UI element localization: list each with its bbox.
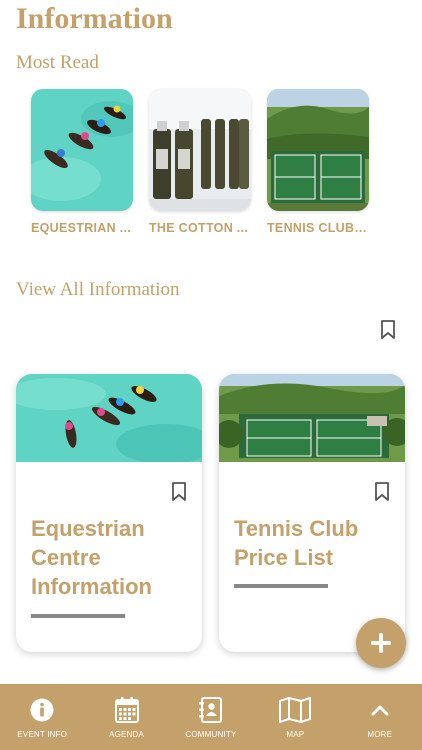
bookmark-icon[interactable] — [373, 482, 391, 507]
most-read-item-label: TENNIS CLUB ... — [267, 221, 369, 235]
card-divider — [234, 584, 328, 588]
card-divider — [31, 614, 125, 618]
most-read-item-cotton[interactable]: THE COTTON ... — [149, 89, 251, 235]
most-read-item-tennis[interactable]: TENNIS CLUB ... — [267, 89, 369, 235]
card-tennis[interactable]: Tennis Club Price List — [219, 374, 405, 652]
info-icon — [30, 696, 54, 724]
horses-swimming-image — [31, 89, 133, 211]
nav-label: EVENT INFO — [17, 730, 68, 739]
calendar-icon — [114, 696, 139, 724]
tennis-courts-image — [219, 374, 405, 462]
nav-label: MORE — [367, 730, 393, 739]
card-title: Equestrian Centre Information — [31, 514, 191, 601]
card-equestrian[interactable]: Equestrian Centre Information — [16, 374, 202, 652]
nav-community[interactable]: COMMUNITY — [169, 684, 253, 750]
card-title-line: Equestrian — [31, 516, 145, 541]
bottom-navigation: EVENT INFO AGENDA COMMUNITY MAP MORE — [0, 684, 422, 750]
most-read-item-label: EQUESTRIAN ... — [31, 221, 132, 235]
most-read-heading: Most Read — [16, 52, 99, 73]
map-icon — [279, 696, 312, 724]
most-read-item-label: THE COTTON ... — [149, 221, 249, 235]
card-title-line: Information — [31, 574, 152, 599]
nav-label: MAP — [286, 730, 305, 739]
bookmark-icon[interactable] — [170, 482, 188, 507]
most-read-carousel[interactable]: EQUESTRIAN ... THE COTTON ... TENNIS CLU… — [31, 89, 369, 235]
add-button[interactable] — [356, 618, 406, 668]
nav-map[interactable]: MAP — [253, 684, 337, 750]
horses-swimming-image — [16, 374, 202, 462]
most-read-item-equestrian[interactable]: EQUESTRIAN ... — [31, 89, 133, 235]
plus-icon — [371, 633, 391, 653]
page-title: Information — [16, 2, 173, 35]
toiletry-bottles-image — [149, 89, 251, 211]
card-title-line: Tennis Club — [234, 516, 359, 541]
nav-label: COMMUNITY — [185, 730, 237, 739]
view-all-information-link[interactable]: View All Information — [16, 279, 180, 301]
chevron-up-icon — [371, 696, 389, 724]
card-title-line: Price List — [234, 545, 334, 570]
card-title: Tennis Club Price List — [234, 514, 394, 572]
nav-more[interactable]: MORE — [338, 684, 422, 750]
nav-agenda[interactable]: AGENDA — [85, 684, 169, 750]
bookmark-icon[interactable] — [379, 320, 397, 345]
nav-label: AGENDA — [109, 730, 145, 739]
nav-event-info[interactable]: EVENT INFO — [0, 684, 84, 750]
contact-book-icon — [198, 696, 223, 724]
tennis-courts-image — [267, 89, 369, 211]
card-title-line: Centre — [31, 545, 101, 570]
